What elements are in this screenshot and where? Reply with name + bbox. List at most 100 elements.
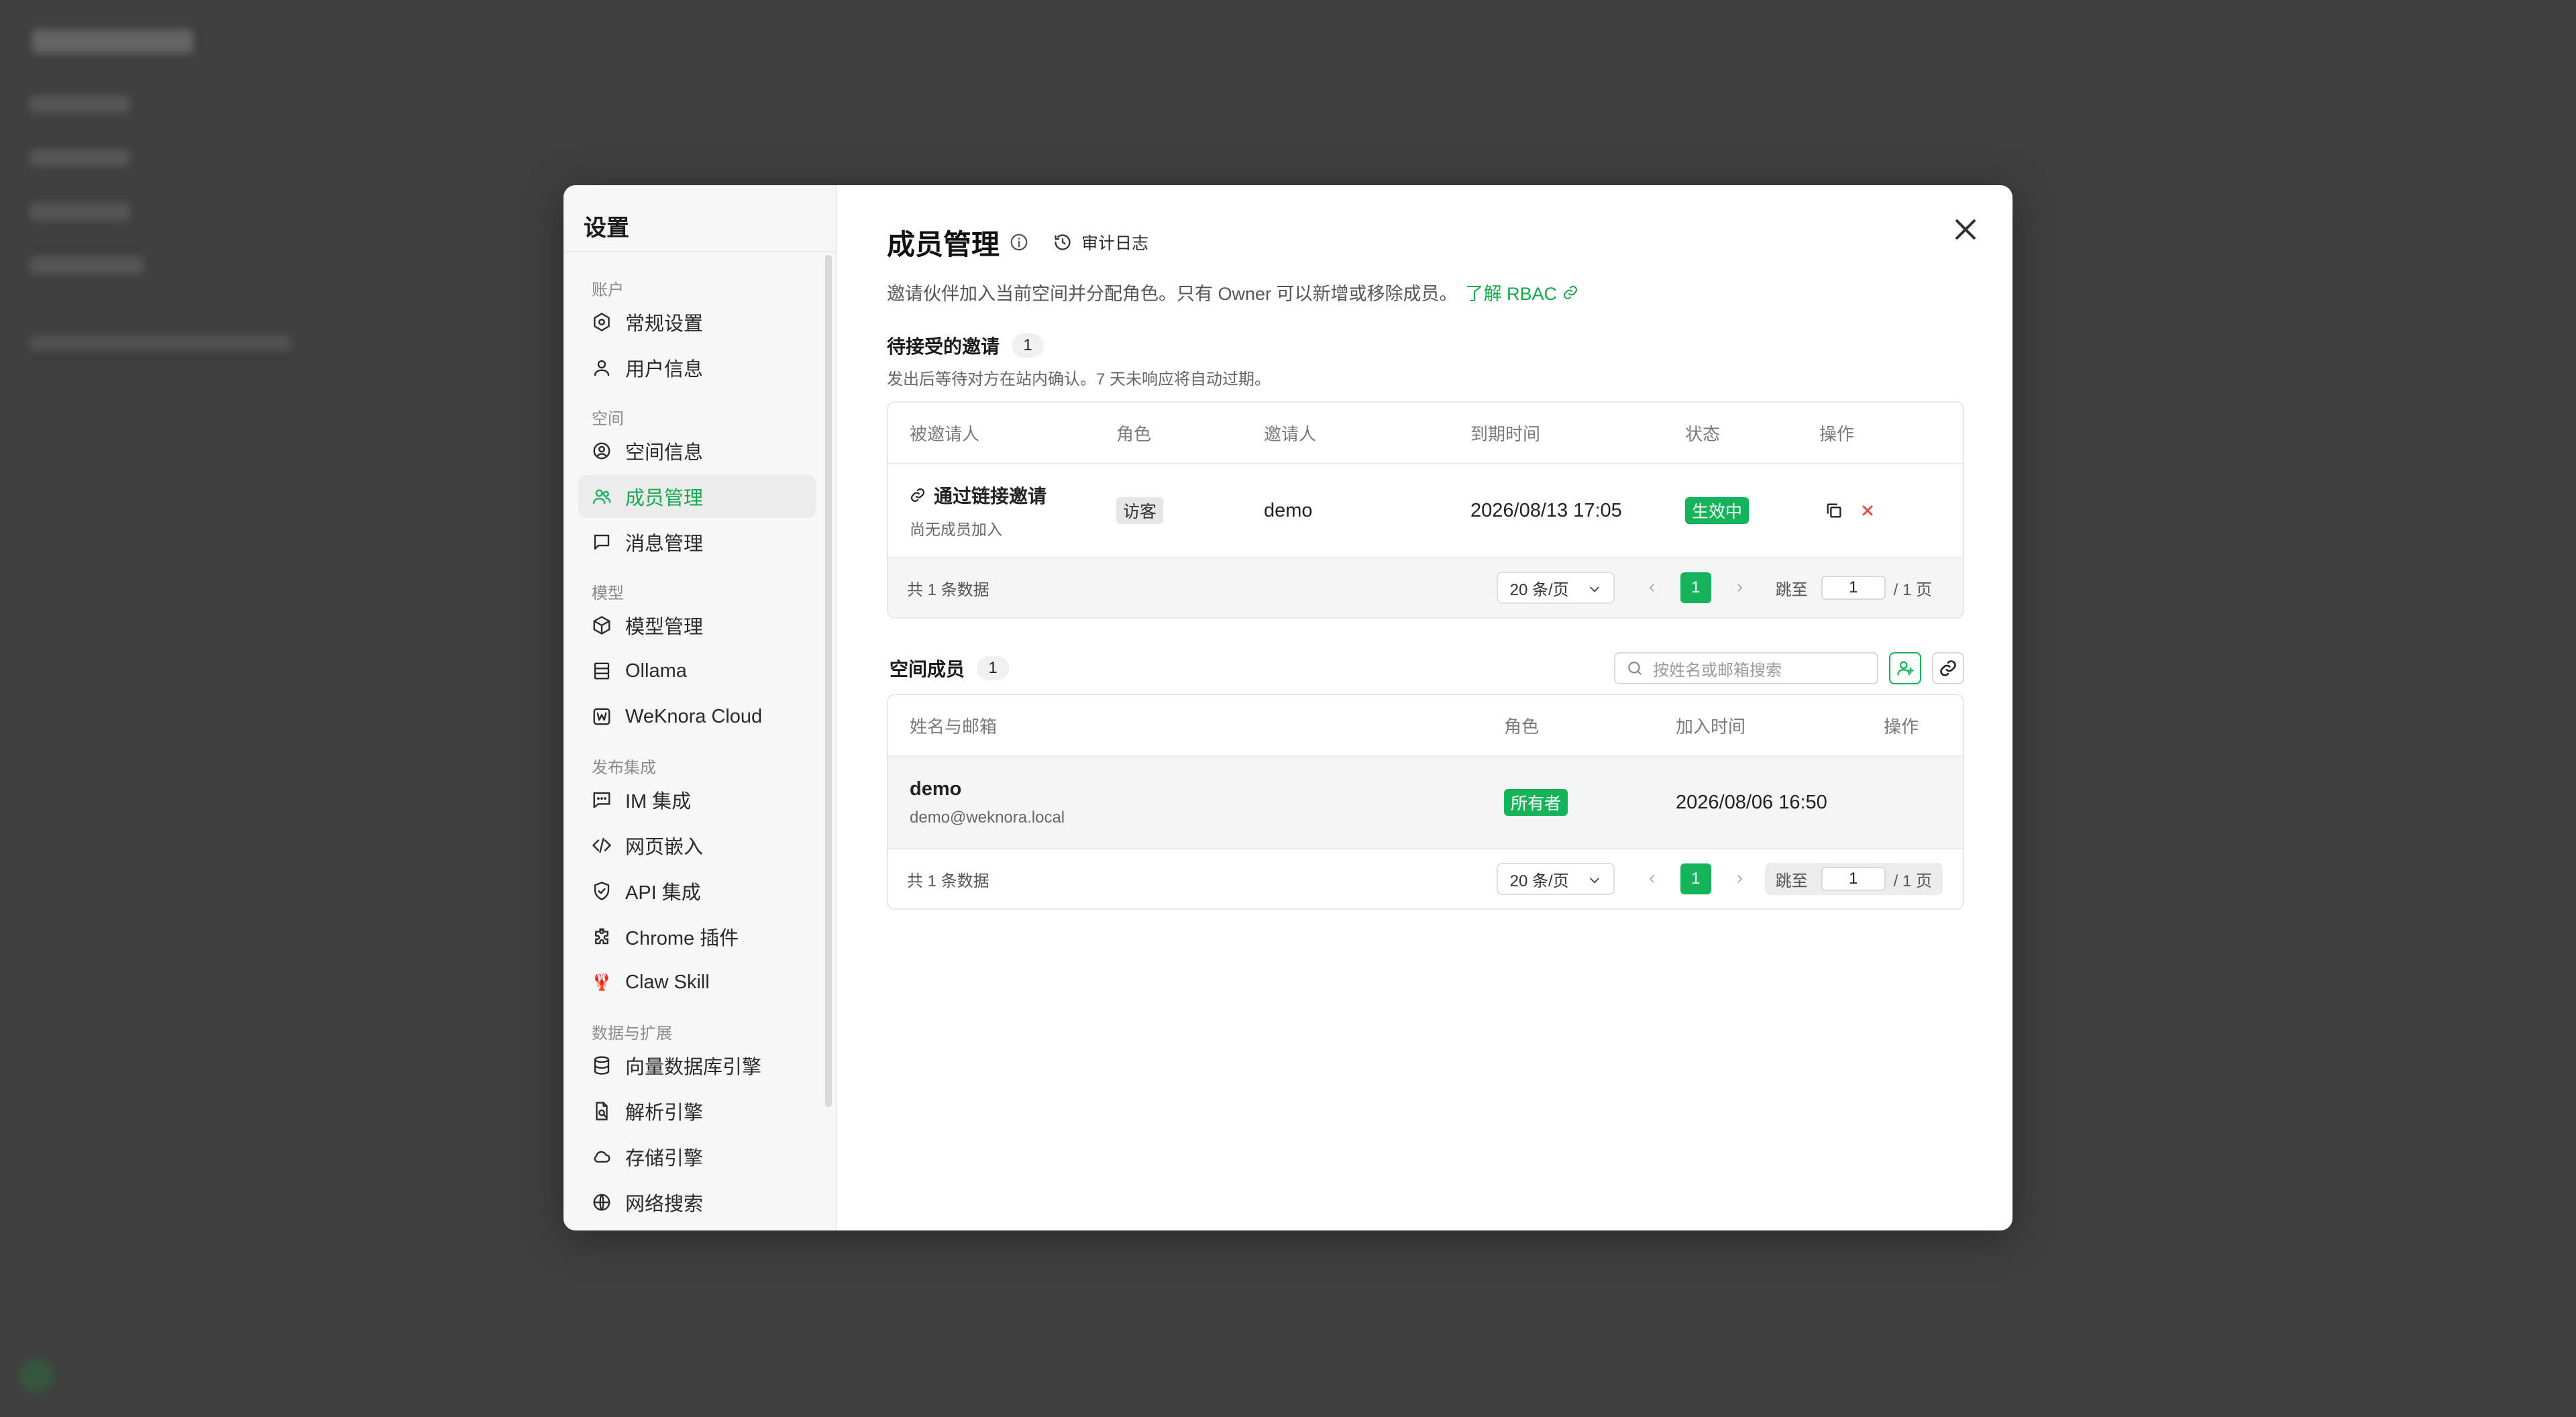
prev-page-button[interactable] xyxy=(1639,865,1666,892)
sidebar-item-cloud[interactable]: 存储引擎 xyxy=(578,1135,816,1178)
sidebar-item-label: 存储引擎 xyxy=(625,1148,704,1169)
add-member-button[interactable] xyxy=(1889,652,1921,684)
sidebar-item-weknora-cloud[interactable]: WeKnora Cloud xyxy=(578,695,816,738)
expire-time: 2026/08/13 17:05 xyxy=(1470,499,1622,521)
sidebar-item-file-search[interactable]: 解析引擎 xyxy=(578,1090,816,1133)
sidebar-item-code[interactable]: 网页嵌入 xyxy=(578,824,816,867)
invitee-sub: 尚无成员加入 xyxy=(910,521,1002,538)
sidebar-item-shield-check[interactable]: API 集成 xyxy=(578,870,816,912)
role-badge: 访客 xyxy=(1116,497,1164,524)
settings-sidebar: 设置 账户 常规设置 用户信息 空间 空间信息 成员管理 消息管理 模型 模型管理 Ollama W… xyxy=(564,185,837,1230)
chevron-left-icon xyxy=(1649,875,1654,883)
sidebar-item-label: WeKnora Cloud xyxy=(625,705,763,727)
sidebar-item-server[interactable]: Ollama xyxy=(578,649,816,692)
revoke-icon[interactable] xyxy=(1860,503,1876,519)
settings-hex-icon xyxy=(592,312,612,332)
sidebar-group-label: 空间 xyxy=(592,410,624,428)
sidebar-nav: 账户常规设置 用户信息空间 空间信息成员管理消息管理模型 模型管理 Ollama WeKn… xyxy=(564,252,836,1230)
total-count: 共 1 条数据 xyxy=(907,872,989,890)
background-avatar xyxy=(19,1358,54,1393)
sidebar-item-label: 模型管理 xyxy=(625,617,704,638)
pending-invites-subtitle: 发出后等待对方在站内确认。7 天未响应将自动过期。 xyxy=(887,370,1271,388)
chevron-right-icon xyxy=(1737,584,1742,592)
page-title: 成员管理 xyxy=(887,228,1000,260)
column-header: 角色 xyxy=(1504,716,1540,737)
sidebar-item-users[interactable]: 成员管理 xyxy=(578,475,816,518)
next-page-button[interactable] xyxy=(1726,574,1753,601)
settings-modal: 设置 账户 常规设置 用户信息 空间 空间信息 成员管理 消息管理 模型 模型管理 Ollama W… xyxy=(564,185,2012,1230)
rbac-link[interactable]: 了解 RBAC xyxy=(1466,279,1579,305)
column-header: 状态 xyxy=(1685,423,1721,444)
jump-input[interactable] xyxy=(1821,867,1886,891)
background-nav-item xyxy=(30,203,130,220)
jump-label: 跳至 xyxy=(1775,580,1808,599)
sidebar-item-message-square[interactable]: 消息管理 xyxy=(578,521,816,564)
status-badge: 生效中 xyxy=(1685,497,1750,524)
next-page-button[interactable] xyxy=(1726,865,1753,892)
background-nav-item xyxy=(30,256,144,274)
prev-page-button[interactable] xyxy=(1639,574,1666,601)
page-number[interactable]: 1 xyxy=(1680,863,1711,894)
column-header: 加入时间 xyxy=(1676,716,1746,737)
column-header: 到期时间 xyxy=(1470,423,1541,444)
chevron-down-icon xyxy=(1589,586,1599,592)
sidebar-scrollbar[interactable] xyxy=(825,255,832,1107)
sidebar-item-database[interactable]: 向量数据库引擎 xyxy=(578,1044,816,1087)
background-nav-item xyxy=(30,95,130,113)
sidebar-item-user[interactable]: 用户信息 xyxy=(578,346,816,389)
sidebar-group-label: 模型 xyxy=(592,584,624,602)
sidebar-item-label: 网络搜索 xyxy=(625,1194,704,1215)
search-placeholder: 按姓名或邮箱搜索 xyxy=(1653,661,1782,680)
pending-invites-count: 1 xyxy=(1012,333,1044,358)
member-search-input[interactable]: 按姓名或邮箱搜索 xyxy=(1614,652,1878,684)
page-number[interactable]: 1 xyxy=(1680,572,1711,603)
search-icon xyxy=(1628,662,1642,675)
invite-link-button[interactable] xyxy=(1932,652,1964,684)
audit-log-button[interactable]: 审计日志 xyxy=(1053,230,1148,254)
join-time: 2026/08/06 16:50 xyxy=(1676,791,1827,813)
user-icon xyxy=(592,358,612,378)
invitee-name: 通过链接邀请 xyxy=(934,486,1047,507)
jump-label: 跳至 xyxy=(1775,872,1808,890)
file-search-icon xyxy=(592,1101,612,1121)
close-icon[interactable] xyxy=(1951,215,1980,244)
sidebar-item-puzzle[interactable]: Chrome 插件 xyxy=(578,915,816,958)
jump-input[interactable] xyxy=(1821,576,1886,600)
table-row: demo demo@weknora.local 所有者 2026/08/06 1… xyxy=(888,757,1963,848)
column-header: 角色 xyxy=(1116,423,1152,444)
column-header: 邀请人 xyxy=(1264,423,1317,444)
link-icon xyxy=(910,488,925,503)
sidebar-item-settings-hex[interactable]: 常规设置 xyxy=(578,301,816,344)
rbac-link-label: 了解 RBAC xyxy=(1465,284,1558,304)
sidebar-group-label: 账户 xyxy=(592,281,624,299)
page-size-select[interactable]: 20 条/页 xyxy=(1496,572,1615,604)
inviter: demo xyxy=(1264,499,1313,521)
total-count: 共 1 条数据 xyxy=(907,580,989,599)
role-badge: 所有者 xyxy=(1504,789,1568,816)
sidebar-item-cube[interactable]: 模型管理 xyxy=(578,604,816,647)
copy-icon[interactable] xyxy=(1825,501,1843,520)
invites-table-header: 被邀请人 角色 邀请人 到期时间 状态 操作 xyxy=(888,403,1963,464)
background-nav-item xyxy=(30,149,130,166)
page-size-select[interactable]: 20 条/页 xyxy=(1496,863,1615,895)
page-size-value: 20 条/页 xyxy=(1509,580,1569,599)
chat-dots-icon xyxy=(592,790,612,810)
sidebar-item-user-circle[interactable]: 空间信息 xyxy=(578,429,816,472)
members-table: 姓名与邮箱 角色 加入时间 操作 demo demo@weknora.local… xyxy=(887,694,1964,910)
member-management-panel: 成员管理 审计日志 邀请伙伴加入当前空间并分配角色。只有 Owner 可以新增或… xyxy=(837,185,2012,1230)
column-header: 操作 xyxy=(1884,716,1919,737)
sidebar-item-label: 成员管理 xyxy=(625,488,704,509)
page-size-value: 20 条/页 xyxy=(1509,872,1569,890)
members-count: 1 xyxy=(977,656,1010,680)
cloud-icon xyxy=(592,1147,612,1167)
sidebar-item-label: Ollama xyxy=(625,660,687,682)
cube-icon xyxy=(592,615,612,635)
member-name: demo xyxy=(910,778,962,800)
sidebar-item-label: 空间信息 xyxy=(625,442,704,464)
sidebar-item-chat-dots[interactable]: IM 集成 xyxy=(578,778,816,821)
code-icon xyxy=(592,835,612,855)
sidebar-group-label: 发布集成 xyxy=(592,759,656,777)
info-icon[interactable] xyxy=(1009,232,1029,252)
sidebar-item-globe[interactable]: 网络搜索 xyxy=(578,1181,816,1224)
sidebar-item-lobster[interactable]: 🦞 Claw Skill xyxy=(578,961,816,1004)
